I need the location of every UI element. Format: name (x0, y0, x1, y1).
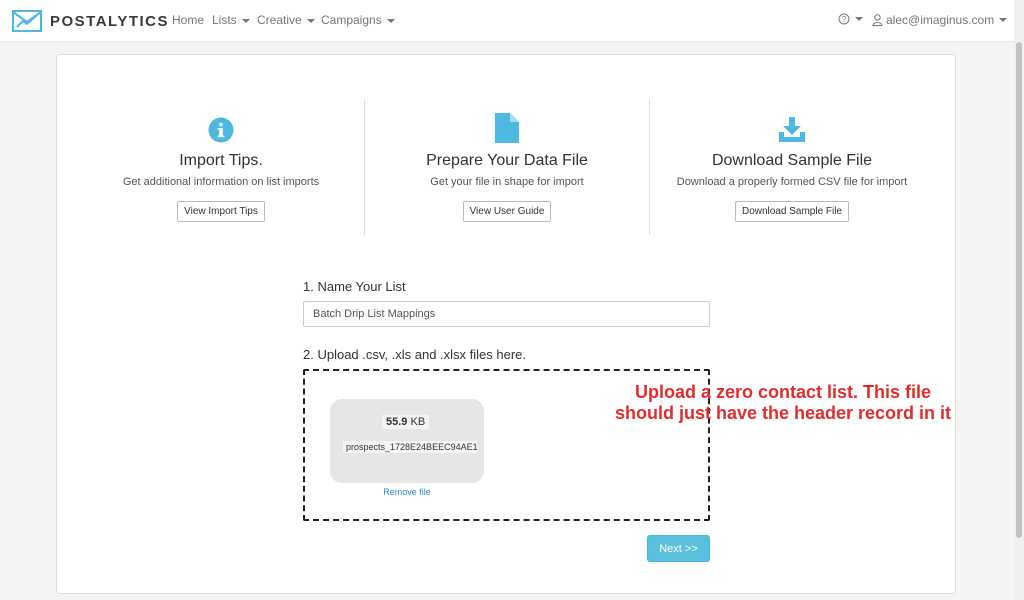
help-dropdown[interactable]: ? (838, 13, 863, 25)
feature-title: Import Tips. (179, 152, 263, 169)
feature-download-sample: Download Sample File Download a properly… (650, 113, 934, 222)
download-icon (779, 117, 805, 142)
feature-icon-wrap (365, 113, 649, 143)
feature-prepare-data-file: Prepare Your Data File Get your file in … (365, 113, 649, 222)
feature-import-tips: Import Tips. Get additional information … (79, 113, 363, 222)
nav-home-link[interactable]: Home (172, 13, 204, 27)
view-import-tips-button[interactable]: View Import Tips (177, 201, 265, 222)
next-button[interactable]: Next >> (647, 535, 710, 562)
user-email: alec@imaginus.com (886, 13, 995, 27)
feature-description: Download a properly formed CSV file for … (676, 176, 908, 188)
chevron-down-icon (999, 18, 1008, 22)
annotation-line: Upload a zero contact list. This file (634, 382, 932, 402)
file-name: prospects_1728E24BEEC94AE1... (343, 441, 477, 453)
svg-text:?: ? (842, 15, 847, 24)
user-icon (872, 14, 883, 26)
annotation-line: should just have the header record in it (614, 403, 952, 423)
nav-campaigns-dropdown[interactable]: Campaigns (321, 13, 395, 27)
top-navbar: POSTALYTICS Home Lists Creative Campaign… (0, 0, 1024, 42)
file-size-unit: KB (410, 416, 426, 428)
feature-description: Get additional information on list impor… (122, 176, 320, 188)
nav-creative-dropdown[interactable]: Creative (257, 13, 315, 27)
nav-lists-dropdown[interactable]: Lists (212, 13, 250, 27)
document-icon (495, 113, 519, 143)
brand-name: POSTALYTICS (50, 12, 170, 30)
chevron-down-icon (306, 18, 315, 23)
user-menu-dropdown[interactable]: alec@imaginus.com (872, 13, 1008, 27)
file-size: 55.9 KB (382, 415, 430, 429)
step2-label: 2. Upload .csv, .xls and .xlsx files her… (303, 347, 527, 362)
chevron-down-icon (855, 17, 863, 21)
feature-title: Download Sample File (711, 152, 873, 169)
chevron-down-icon (241, 18, 250, 23)
envelope-logo-icon (12, 10, 42, 32)
remove-file-link[interactable]: Remove file (330, 487, 484, 497)
import-panel: Import Tips. Get additional information … (56, 54, 956, 594)
step1-label: 1. Name Your List (303, 279, 406, 294)
file-size-value: 55.9 (386, 416, 408, 428)
download-sample-file-button[interactable]: Download Sample File (734, 201, 850, 222)
nav-campaigns-label: Campaigns (321, 13, 382, 27)
feature-icon-wrap (79, 113, 363, 143)
chevron-down-icon (386, 18, 395, 23)
uploaded-file-preview: 55.9 KB prospects_1728E24BEEC94AE1... (330, 399, 484, 483)
list-name-input[interactable] (303, 301, 710, 327)
nav-lists-label: Lists (212, 13, 237, 27)
import-form: 1. Name Your List 2. Upload .csv, .xls a… (303, 279, 711, 362)
view-user-guide-button[interactable]: View User Guide (462, 201, 552, 222)
help-icon: ? (838, 13, 850, 25)
feature-title: Prepare Your Data File (426, 152, 588, 169)
annotation-note: Upload a zero contact list. This file sh… (598, 382, 968, 424)
feature-description: Get your file in shape for import (430, 176, 584, 188)
info-icon (208, 117, 234, 143)
nav-creative-label: Creative (257, 13, 302, 27)
brand-logo[interactable]: POSTALYTICS (12, 8, 169, 34)
feature-icon-wrap (650, 113, 934, 143)
scrollbar-thumb[interactable] (1016, 42, 1022, 538)
